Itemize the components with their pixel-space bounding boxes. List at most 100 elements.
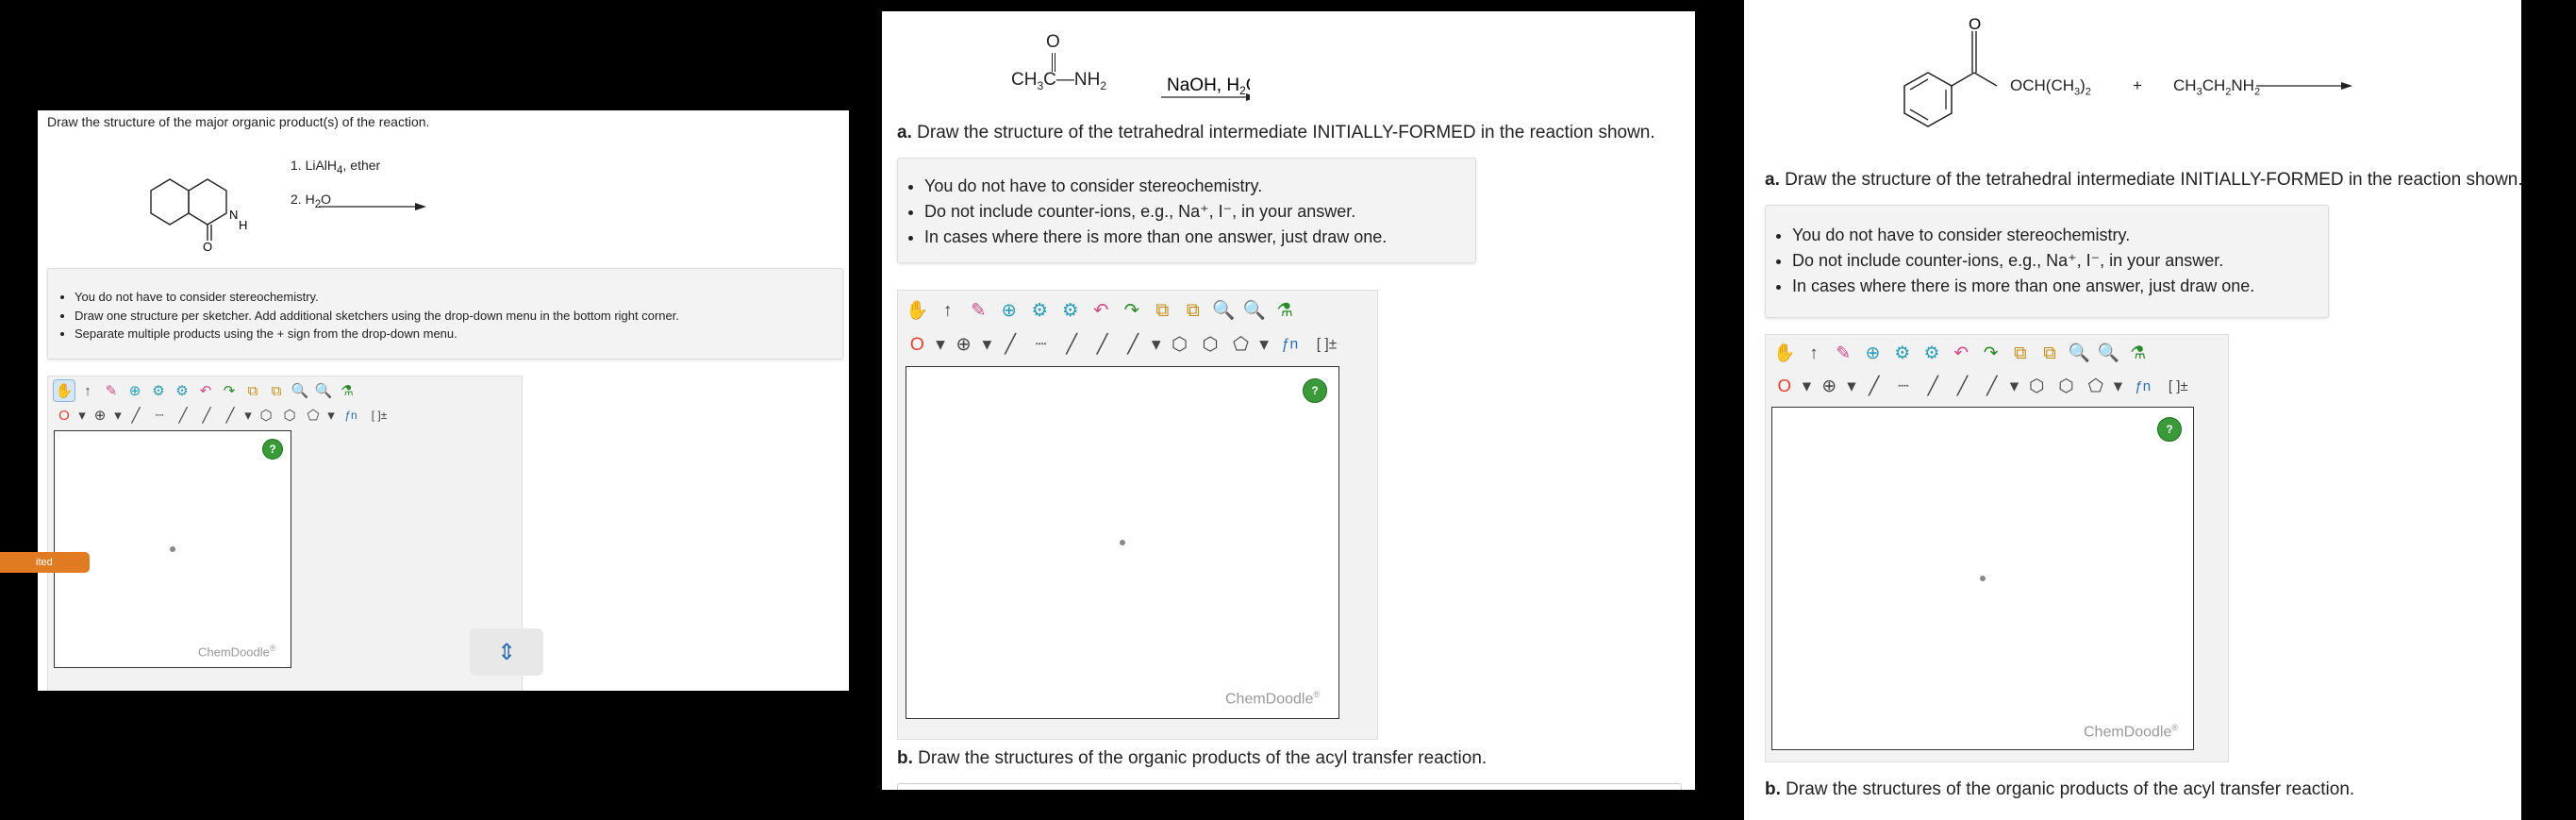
label-tool-icon[interactable]: ƒn bbox=[1274, 330, 1306, 358]
dashed-bond-icon[interactable]: ┈ bbox=[149, 405, 170, 426]
flip-vertical-icon[interactable]: ⚙ bbox=[1057, 296, 1085, 324]
zoom-out-icon[interactable]: 🔍 bbox=[2096, 340, 2122, 366]
drawing-canvas[interactable]: ? ChemDoodle® bbox=[1771, 407, 2194, 750]
ring-dropdown-icon[interactable]: ▾ bbox=[326, 405, 336, 426]
hexagon-ring-icon[interactable]: ⬡ bbox=[256, 405, 276, 426]
lasso-tool-icon[interactable]: ↑ bbox=[1801, 340, 1827, 366]
benzene-ring-icon[interactable]: ⬡ bbox=[2053, 373, 2080, 399]
paste-icon[interactable]: ⧉ bbox=[1180, 296, 1207, 324]
flip-vertical-icon[interactable]: ⚙ bbox=[1919, 340, 1945, 366]
benzene-ring-icon[interactable]: ⬡ bbox=[279, 405, 300, 426]
hand-tool-icon[interactable]: ✋ bbox=[1771, 340, 1798, 366]
question-prompt: Draw the structure of the major organic … bbox=[47, 114, 430, 129]
center-tool-icon[interactable]: ⊕ bbox=[1860, 340, 1886, 366]
charge-plus-icon[interactable]: ⊕ bbox=[1817, 373, 1843, 399]
atom-oxygen-button[interactable]: O bbox=[54, 405, 75, 426]
zoom-in-icon[interactable]: 🔍 bbox=[2067, 340, 2093, 366]
zoom-out-icon[interactable]: 🔍 bbox=[1241, 296, 1269, 324]
flip-vertical-icon[interactable]: ⚙ bbox=[172, 380, 192, 401]
charge-plus-icon[interactable]: ⊕ bbox=[90, 405, 110, 426]
clean-structure-icon[interactable]: ⚗ bbox=[337, 380, 357, 401]
wedge-bond-icon[interactable]: ╱ bbox=[173, 405, 193, 426]
pentagon-ring-icon[interactable]: ⬠ bbox=[1227, 330, 1255, 358]
zoom-in-icon[interactable]: 🔍 bbox=[290, 380, 310, 401]
cut-icon[interactable]: ⧉ bbox=[2007, 340, 2034, 366]
atom-dropdown-icon[interactable]: ▾ bbox=[77, 405, 87, 426]
eraser-tool-icon[interactable]: ✎ bbox=[101, 380, 122, 401]
single-bond-icon[interactable]: ╱ bbox=[997, 330, 1024, 358]
hand-tool-icon[interactable]: ✋ bbox=[904, 296, 931, 324]
instruction-item: Do not include counter-ions, e.g., Na⁺, … bbox=[1792, 248, 2328, 274]
drawing-canvas[interactable]: ? ChemDoodle® bbox=[54, 430, 291, 668]
pentagon-ring-icon[interactable]: ⬠ bbox=[2083, 373, 2109, 399]
bond-dropdown-icon[interactable]: ▾ bbox=[1150, 330, 1162, 358]
bracket-tool-icon[interactable]: [ ]± bbox=[366, 405, 392, 426]
charge-dropdown-icon[interactable]: ▾ bbox=[981, 330, 993, 358]
pentagon-ring-icon[interactable]: ⬠ bbox=[303, 405, 324, 426]
triple-bond-icon[interactable]: ╱ bbox=[220, 405, 241, 426]
cut-icon[interactable]: ⧉ bbox=[1149, 296, 1176, 324]
center-tool-icon[interactable]: ⊕ bbox=[996, 296, 1023, 324]
undo-icon[interactable]: ↶ bbox=[195, 380, 216, 401]
label-tool-icon[interactable]: ƒn bbox=[339, 405, 363, 426]
atom-dropdown-icon[interactable]: ▾ bbox=[1801, 373, 1813, 399]
atom-oxygen: O bbox=[203, 240, 212, 252]
flip-horizontal-icon[interactable]: ⚙ bbox=[1026, 296, 1054, 324]
help-icon[interactable]: ? bbox=[1303, 378, 1327, 403]
center-tool-icon[interactable]: ⊕ bbox=[125, 380, 145, 401]
double-bond-icon[interactable]: ╱ bbox=[1950, 373, 1976, 399]
charge-plus-icon[interactable]: ⊕ bbox=[950, 330, 977, 358]
bond-dropdown-icon[interactable]: ▾ bbox=[2008, 373, 2020, 399]
paste-icon[interactable]: ⧉ bbox=[266, 380, 287, 401]
clean-structure-icon[interactable]: ⚗ bbox=[2125, 340, 2152, 366]
redo-icon[interactable]: ↷ bbox=[1119, 296, 1146, 324]
lasso-tool-icon[interactable]: ↑ bbox=[77, 380, 98, 401]
triple-bond-icon[interactable]: ╱ bbox=[1120, 330, 1147, 358]
redo-icon[interactable]: ↷ bbox=[219, 380, 240, 401]
triple-bond-icon[interactable]: ╱ bbox=[1979, 373, 2005, 399]
dashed-bond-icon[interactable]: ┈ bbox=[1027, 330, 1055, 358]
double-bond-icon[interactable]: ╱ bbox=[196, 405, 217, 426]
zoom-out-icon[interactable]: 🔍 bbox=[313, 380, 334, 401]
status-tab[interactable]: ited bbox=[0, 552, 90, 573]
hand-tool-icon[interactable]: ✋ bbox=[53, 379, 75, 402]
carbonyl-oxygen: O bbox=[1969, 17, 1981, 33]
atom-dropdown-icon[interactable]: ▾ bbox=[935, 330, 947, 358]
hexagon-ring-icon[interactable]: ⬡ bbox=[1166, 330, 1193, 358]
bracket-tool-icon[interactable]: [ ]± bbox=[2162, 373, 2195, 399]
double-bond-icon[interactable]: ╱ bbox=[1089, 330, 1116, 358]
hexagon-ring-icon[interactable]: ⬡ bbox=[2024, 373, 2051, 399]
redo-icon[interactable]: ↷ bbox=[1978, 340, 2004, 366]
eraser-tool-icon[interactable]: ✎ bbox=[1831, 340, 1857, 366]
clean-structure-icon[interactable]: ⚗ bbox=[1271, 296, 1299, 324]
paste-icon[interactable]: ⧉ bbox=[2036, 340, 2063, 366]
atom-oxygen-button[interactable]: O bbox=[1771, 373, 1798, 399]
drawing-canvas[interactable]: ? ChemDoodle® bbox=[906, 366, 1339, 719]
cut-icon[interactable]: ⧉ bbox=[242, 380, 263, 401]
undo-icon[interactable]: ↶ bbox=[1088, 296, 1115, 324]
label-tool-icon[interactable]: ƒn bbox=[2128, 373, 2159, 399]
benzene-ring-icon[interactable]: ⬡ bbox=[1197, 330, 1224, 358]
ring-dropdown-icon[interactable]: ▾ bbox=[2112, 373, 2124, 399]
charge-dropdown-icon[interactable]: ▾ bbox=[113, 405, 123, 426]
wedge-bond-icon[interactable]: ╱ bbox=[1058, 330, 1086, 358]
dashed-bond-icon[interactable]: ┈ bbox=[1890, 373, 1917, 399]
lasso-tool-icon[interactable]: ↑ bbox=[935, 296, 962, 324]
single-bond-icon[interactable]: ╱ bbox=[1861, 373, 1887, 399]
flip-horizontal-icon[interactable]: ⚙ bbox=[148, 380, 169, 401]
single-bond-icon[interactable]: ╱ bbox=[125, 405, 146, 426]
sketcher-menu-button[interactable]: ⇕ bbox=[470, 628, 543, 676]
flip-horizontal-icon[interactable]: ⚙ bbox=[1889, 340, 1916, 366]
bond-dropdown-icon[interactable]: ▾ bbox=[243, 405, 253, 426]
help-icon[interactable]: ? bbox=[2157, 417, 2182, 442]
help-icon[interactable]: ? bbox=[262, 439, 283, 460]
charge-dropdown-icon[interactable]: ▾ bbox=[1846, 373, 1858, 399]
ring-dropdown-icon[interactable]: ▾ bbox=[1258, 330, 1271, 358]
wedge-bond-icon[interactable]: ╱ bbox=[1920, 373, 1947, 399]
undo-icon[interactable]: ↶ bbox=[1949, 340, 1975, 366]
zoom-in-icon[interactable]: 🔍 bbox=[1210, 296, 1238, 324]
eraser-tool-icon[interactable]: ✎ bbox=[965, 296, 992, 324]
atom-oxygen-button[interactable]: O bbox=[904, 330, 931, 358]
bracket-tool-icon[interactable]: [ ]± bbox=[1309, 330, 1343, 358]
instructions-box: You do not have to consider stereochemis… bbox=[897, 158, 1476, 263]
